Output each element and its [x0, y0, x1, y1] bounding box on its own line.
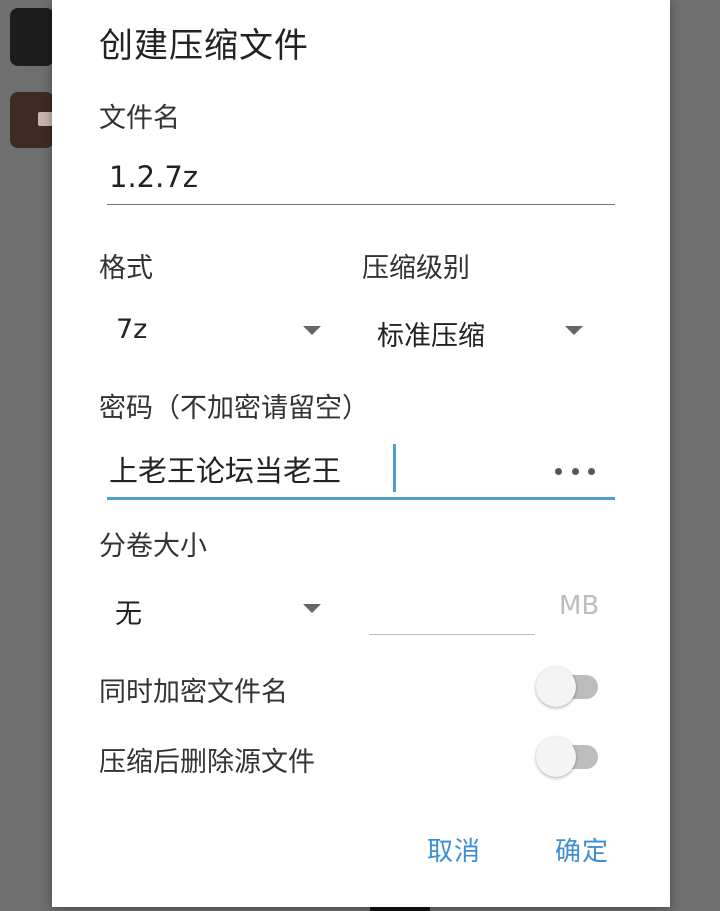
filename-value: 1.2.7z	[109, 160, 199, 194]
text-caret	[393, 444, 396, 492]
split-selected-value: 无	[115, 599, 142, 630]
split-size-input[interactable]	[369, 580, 535, 636]
split-unit-label: MB	[559, 591, 600, 621]
split-dropdown[interactable]: 无	[107, 578, 337, 638]
format-selected-value: 7z	[116, 314, 148, 345]
split-size-underline	[369, 634, 535, 635]
cancel-button[interactable]: 取消	[427, 831, 481, 868]
delete-source-label: 压缩后删除源文件	[99, 747, 315, 778]
level-selected-value: 标准压缩	[377, 321, 485, 352]
format-label: 格式	[99, 253, 153, 284]
level-dropdown[interactable]: 标准压缩	[370, 300, 600, 360]
level-label: 压缩级别	[362, 253, 470, 284]
split-label: 分卷大小	[99, 531, 207, 562]
dialog-title: 创建压缩文件	[99, 26, 309, 66]
encrypt-names-label: 同时加密文件名	[99, 677, 288, 708]
password-underline	[107, 497, 615, 500]
password-value: 上老王论坛当老王	[109, 454, 342, 488]
chevron-down-icon	[303, 604, 321, 613]
background-archive-icon	[10, 92, 54, 148]
more-dots-icon[interactable]	[555, 462, 595, 480]
encrypt-names-toggle[interactable]	[536, 667, 602, 707]
password-input[interactable]: 上老王论坛当老王	[107, 440, 615, 502]
chevron-down-icon	[565, 326, 583, 335]
filename-underline	[107, 204, 615, 205]
confirm-button[interactable]: 确定	[555, 831, 609, 868]
filename-label: 文件名	[99, 103, 180, 134]
delete-source-toggle[interactable]	[536, 737, 602, 777]
filename-input[interactable]: 1.2.7z	[107, 150, 615, 208]
format-dropdown[interactable]: 7z	[107, 300, 337, 360]
toggle-thumb	[536, 667, 576, 707]
password-label: 密码（不加密请留空）	[99, 393, 369, 424]
chevron-down-icon	[303, 326, 321, 335]
toggle-thumb	[536, 737, 576, 777]
create-archive-dialog: 创建压缩文件 文件名 1.2.7z 格式 压缩级别 7z 标准压缩 密码（不加密…	[52, 0, 670, 907]
background-app-icon	[10, 8, 54, 66]
